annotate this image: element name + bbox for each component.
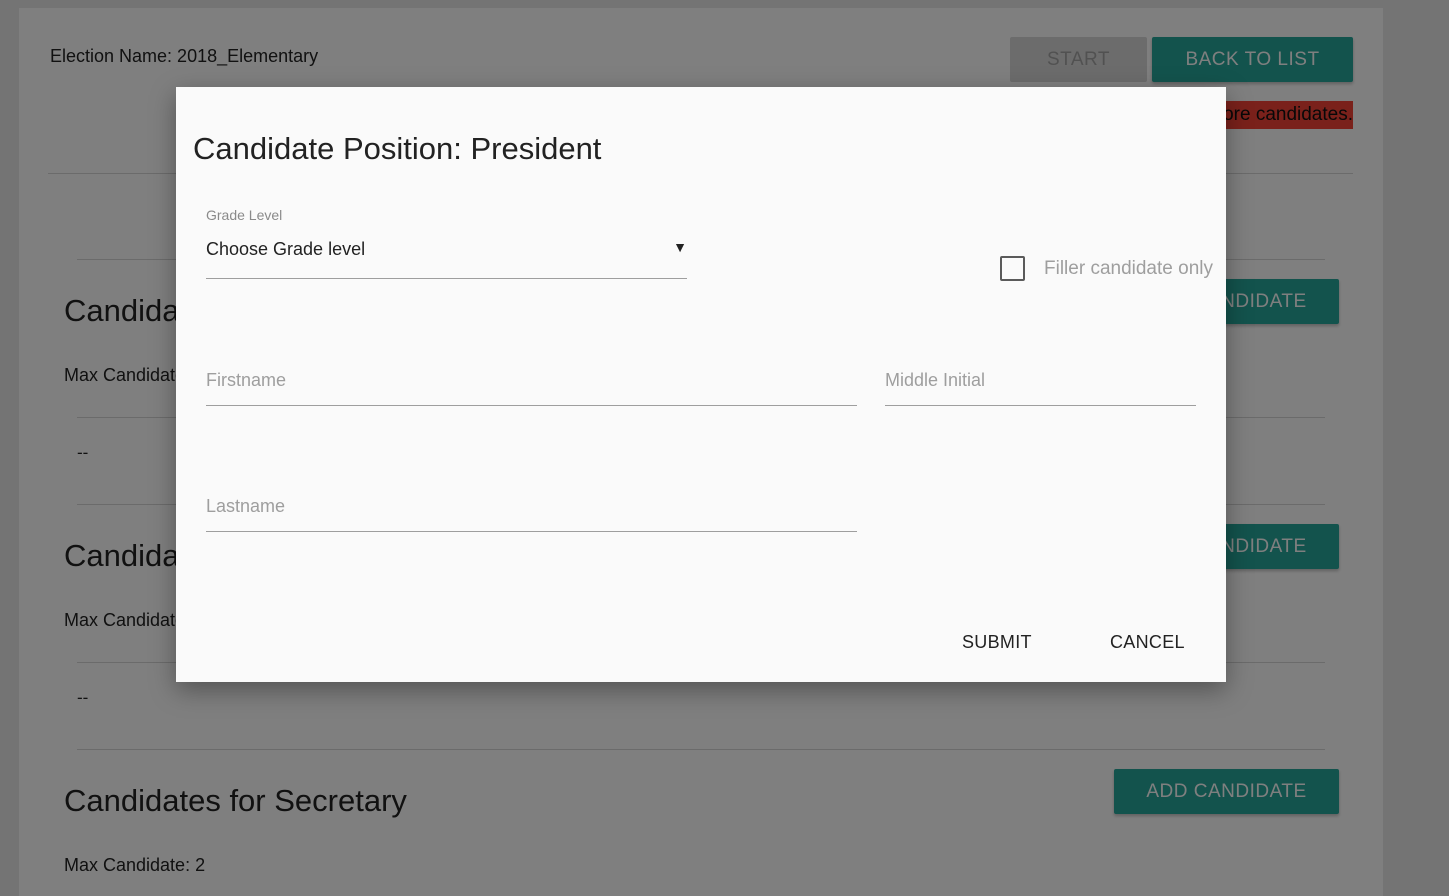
caret-down-icon: ▼ xyxy=(673,239,687,255)
candidate-modal: Candidate Position: President Grade Leve… xyxy=(176,87,1226,682)
filler-candidate-checkbox[interactable] xyxy=(1000,256,1025,281)
cancel-button[interactable]: CANCEL xyxy=(1110,632,1185,653)
filler-candidate-label: Filler candidate only xyxy=(1044,257,1213,279)
grade-level-label: Grade Level xyxy=(206,207,283,223)
grade-level-select[interactable]: Choose Grade level ▼ xyxy=(206,227,687,279)
grade-level-value: Choose Grade level xyxy=(206,239,366,259)
modal-title: Candidate Position: President xyxy=(193,131,602,166)
filler-candidate-toggle[interactable]: Filler candidate only xyxy=(1000,256,1213,281)
submit-button[interactable]: SUBMIT xyxy=(962,632,1032,653)
lastname-input[interactable] xyxy=(206,493,857,532)
middle-initial-input[interactable] xyxy=(885,367,1196,406)
firstname-input[interactable] xyxy=(206,367,857,406)
